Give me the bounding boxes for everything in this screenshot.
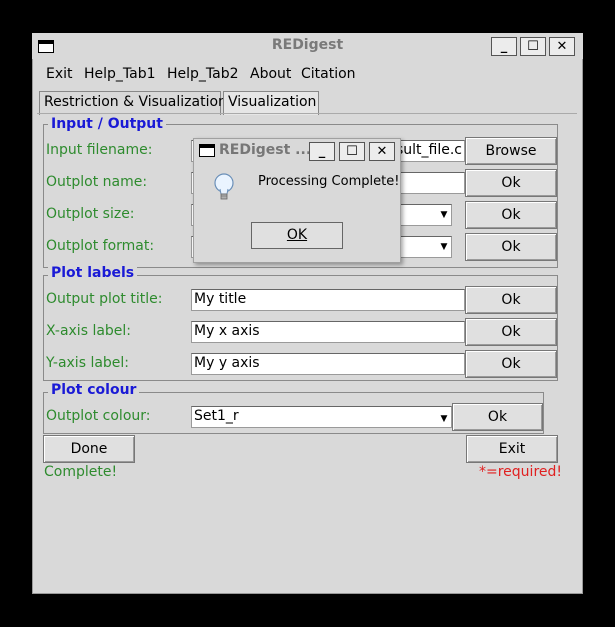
tab-visualization[interactable]: Visualization: [223, 91, 319, 115]
maximize-icon: ☐: [527, 39, 539, 54]
minimize-button[interactable]: _: [491, 37, 517, 56]
plot-title-label: Output plot title:: [46, 291, 163, 307]
close-icon: ✕: [556, 39, 568, 54]
outplot-format-label: Outplot format:: [46, 238, 155, 254]
chevron-down-icon[interactable]: [439, 210, 449, 220]
menu-help-tab1[interactable]: Help_Tab1: [84, 66, 156, 82]
minimize-icon: _: [318, 144, 326, 159]
chevron-down-icon[interactable]: [439, 242, 449, 252]
lightbulb-icon: [214, 173, 234, 200]
dialog-ok-button[interactable]: OK: [251, 222, 343, 249]
outplot-colour-label: Outplot colour:: [46, 408, 151, 424]
io-legend: Input / Output: [48, 116, 166, 132]
x-axis-field[interactable]: My x axis: [191, 321, 465, 343]
plot-title-ok-button[interactable]: Ok: [465, 286, 557, 314]
dialog-minimize-button[interactable]: _: [309, 142, 335, 161]
plot-title-field[interactable]: My title: [191, 289, 465, 311]
plot-colour-legend: Plot colour: [48, 382, 140, 398]
close-button[interactable]: ✕: [549, 37, 575, 56]
dialog-maximize-button[interactable]: ☐: [339, 142, 365, 161]
close-icon: ✕: [376, 144, 388, 159]
dialog-title: REDigest ...: [219, 142, 312, 158]
x-axis-ok-button[interactable]: Ok: [465, 318, 557, 346]
menu-help-tab2[interactable]: Help_Tab2: [167, 66, 239, 82]
done-button[interactable]: Done: [43, 435, 135, 463]
menu-about[interactable]: About: [250, 66, 291, 82]
dialog-close-button[interactable]: ✕: [369, 142, 395, 161]
outplot-size-label: Outplot size:: [46, 206, 135, 222]
plot-labels-legend: Plot labels: [48, 265, 138, 281]
outplot-format-ok-button[interactable]: Ok: [465, 233, 557, 261]
required-note: *=required!: [479, 464, 563, 480]
input-filename-label: Input filename:: [46, 142, 153, 158]
dialog-message: Processing Complete!: [258, 174, 400, 189]
outplot-name-label: Outplot name:: [46, 174, 148, 190]
outplot-colour-ok-button[interactable]: Ok: [452, 403, 543, 431]
outplot-size-ok-button[interactable]: Ok: [465, 201, 557, 229]
maximize-icon: ☐: [346, 144, 358, 159]
y-axis-field[interactable]: My y axis: [191, 353, 465, 375]
x-axis-label: X-axis label:: [46, 323, 132, 339]
dialog-window-icon[interactable]: [199, 144, 215, 157]
y-axis-ok-button[interactable]: Ok: [465, 350, 557, 378]
chevron-down-icon[interactable]: [439, 414, 449, 424]
minimize-icon: _: [500, 39, 508, 54]
outplot-name-ok-button[interactable]: Ok: [465, 169, 557, 197]
y-axis-label: Y-axis label:: [46, 355, 130, 371]
menu-citation[interactable]: Citation: [301, 66, 356, 82]
maximize-button[interactable]: ☐: [520, 37, 546, 56]
status-message: Complete!: [44, 464, 118, 480]
browse-button[interactable]: Browse: [465, 137, 557, 165]
outplot-colour-combo[interactable]: Set1_r: [191, 406, 452, 428]
menu-exit[interactable]: Exit: [46, 66, 73, 82]
exit-button[interactable]: Exit: [466, 435, 558, 463]
tab-restriction-visualization[interactable]: Restriction & Visualization: [39, 91, 227, 115]
